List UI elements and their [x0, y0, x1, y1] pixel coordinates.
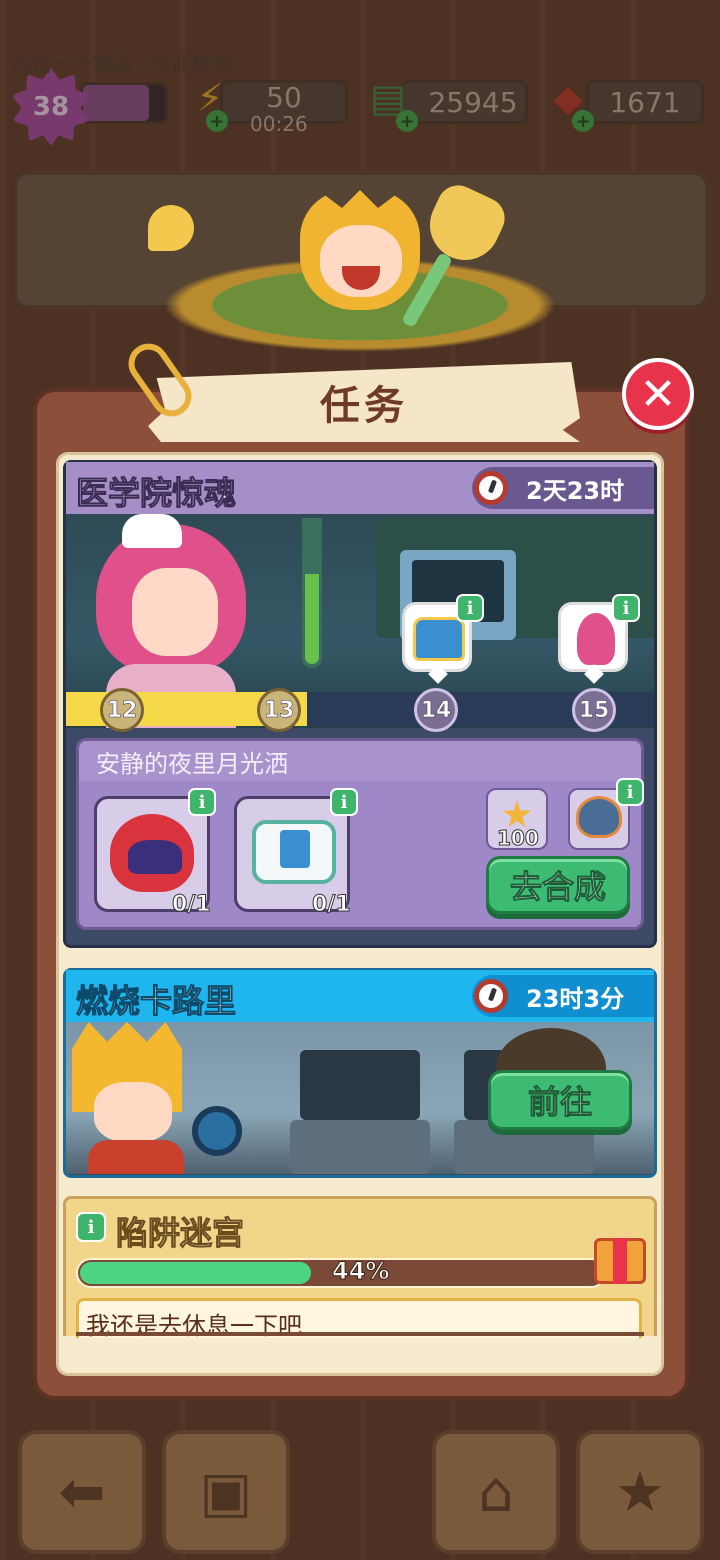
info-icon[interactable]: i — [612, 594, 640, 622]
event-progress-bar — [66, 692, 654, 726]
milestone-15: 15 — [572, 688, 616, 732]
clock-icon — [474, 979, 508, 1013]
merge-button[interactable]: 去合成 — [486, 856, 630, 914]
blue-helmet-icon — [576, 796, 622, 838]
event-title-maze: 陷阱迷宫 — [115, 1214, 245, 1253]
subtask-title: 安静的夜里月光洒 — [96, 750, 288, 778]
mascot-leaf-pile-illustration — [130, 170, 590, 380]
star-card-icon: ★ — [614, 1459, 666, 1525]
go-button-label: 前往 — [527, 1083, 592, 1122]
milestone-13: 13 — [257, 688, 301, 732]
info-icon[interactable]: i — [330, 788, 358, 816]
panel-title: 任务 — [320, 383, 408, 429]
clock-icon — [474, 471, 508, 505]
back-button[interactable]: ⬅ — [18, 1430, 146, 1554]
event-title-calories: 燃烧卡路里 — [75, 982, 237, 1021]
close-icon: ✕ — [639, 368, 677, 420]
info-icon[interactable]: i — [616, 778, 644, 806]
nurse-character-icon — [577, 613, 615, 665]
scroll-edge — [76, 1332, 644, 1336]
info-icon[interactable]: i — [188, 788, 216, 816]
basket-icon: ⌂ — [478, 1459, 514, 1525]
item-count: 0/1 — [172, 892, 212, 918]
backpack-icon: ▣ — [199, 1459, 253, 1525]
merge-button-label: 去合成 — [509, 868, 606, 907]
reward-amount: 100 — [497, 826, 540, 851]
backpack-button[interactable]: ▣ — [162, 1430, 290, 1554]
event-title-medical: 医学院惊魂 — [75, 474, 237, 513]
item-count: 0/1 — [312, 892, 352, 918]
close-button[interactable]: ✕ — [622, 358, 694, 430]
gift-ribbon — [613, 1238, 627, 1284]
heart-monitor-screen — [280, 830, 310, 868]
event-time-left: 23时3分 — [526, 984, 625, 1013]
milestone-14: 14 — [414, 688, 458, 732]
back-arrow-icon: ⬅ — [58, 1459, 106, 1525]
go-button[interactable]: 前往 — [488, 1070, 632, 1130]
bird-icon — [148, 205, 194, 251]
treasure-chest-icon — [413, 617, 465, 661]
maze-progress-label: 44% — [331, 1257, 390, 1286]
maze-progress-fill — [80, 1262, 312, 1284]
star-card-button[interactable]: ★ — [576, 1430, 704, 1554]
event-time-left: 2天23时 — [526, 476, 625, 505]
info-icon[interactable]: i — [456, 594, 484, 622]
helmet-visor — [128, 840, 182, 874]
shop-basket-button[interactable]: ⌂ — [432, 1430, 560, 1554]
info-icon[interactable]: i — [76, 1212, 106, 1242]
dumbbell-icon — [192, 1106, 242, 1156]
milestone-12: 12 — [100, 688, 144, 732]
